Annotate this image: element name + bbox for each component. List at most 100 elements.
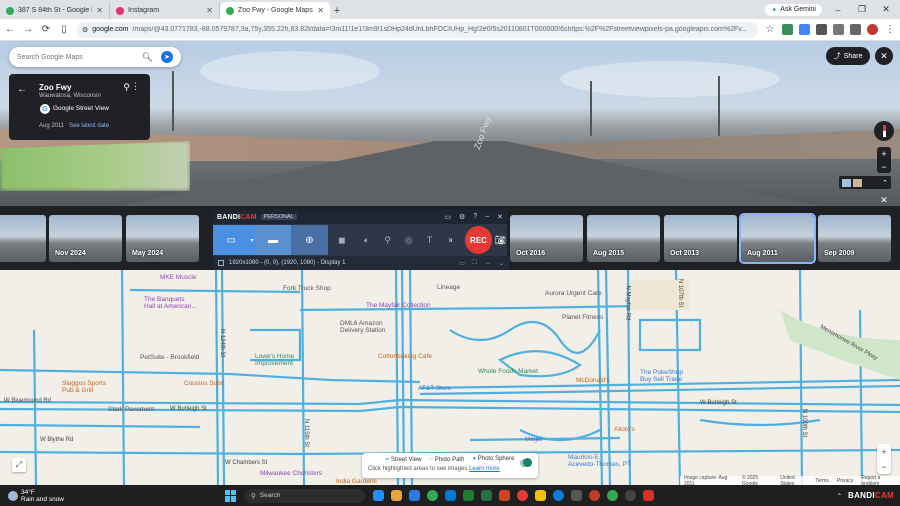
layers-toggle[interactable]: ⌃ bbox=[839, 176, 891, 189]
report-problem-link[interactable]: Report a problem bbox=[861, 475, 896, 486]
expand-map-icon[interactable]: ⤢ bbox=[12, 458, 26, 472]
folder-icon[interactable]: ▭ bbox=[444, 213, 451, 221]
learn-more-link[interactable]: Learn more bbox=[469, 466, 500, 472]
windows-start-icon[interactable] bbox=[225, 489, 237, 502]
map-poi-label[interactable]: The PokeShop Buy Sell Trade bbox=[640, 369, 683, 383]
map-poi-label[interactable]: DML6 Amazon Delivery Station bbox=[340, 320, 386, 334]
help-icon[interactable]: ? bbox=[473, 213, 477, 221]
coverage-toggle[interactable] bbox=[520, 458, 532, 467]
zoom-out-icon[interactable]: − bbox=[881, 462, 886, 472]
record-button[interactable]: REC bbox=[465, 226, 492, 254]
country-link[interactable]: United States bbox=[780, 475, 807, 486]
reload-icon[interactable]: ⟳ bbox=[40, 24, 52, 36]
minimize-icon[interactable]: – bbox=[485, 213, 489, 221]
speaker-icon[interactable]: 🔈︎ bbox=[356, 235, 377, 246]
timeline-thumb[interactable]: Sep 2009 bbox=[818, 215, 891, 262]
edge-icon[interactable] bbox=[553, 490, 564, 501]
map-poi-label[interactable]: Fork Truck Shop bbox=[283, 285, 331, 292]
chrome-icon[interactable] bbox=[607, 490, 618, 501]
map-poi-label[interactable]: PetSuite - Brookfield bbox=[140, 354, 199, 361]
tray-overflow-icon[interactable]: ⌃ bbox=[837, 492, 842, 500]
timeline-thumb[interactable]: Nov 2024 bbox=[49, 215, 122, 262]
extension-icon[interactable] bbox=[816, 24, 827, 35]
app-icon[interactable] bbox=[409, 490, 420, 501]
directions-icon[interactable]: ➤ bbox=[161, 51, 173, 63]
map-poi-label[interactable]: McDonald's bbox=[576, 377, 610, 384]
compass-icon[interactable] bbox=[874, 121, 894, 141]
site-info-icon[interactable]: ⚙ bbox=[82, 26, 88, 34]
file-explorer-icon[interactable] bbox=[535, 490, 546, 501]
back-arrow-icon[interactable]: ← bbox=[17, 84, 27, 95]
map-poi-label[interactable]: Mauricio E. Acevedo-Thomas, PT bbox=[568, 454, 631, 468]
map-poi-label[interactable]: Sluggos Sports Pub & Grill bbox=[62, 380, 106, 394]
side-panel-icon[interactable] bbox=[850, 24, 861, 35]
map-poi-label[interactable]: Aurora Urgent Care bbox=[545, 290, 602, 297]
excel-icon[interactable] bbox=[481, 490, 492, 501]
zoom-in-icon[interactable]: + bbox=[881, 149, 886, 159]
mouse-effect-icon[interactable]: ◎ bbox=[398, 235, 419, 246]
profile-avatar[interactable] bbox=[867, 24, 878, 35]
forward-icon[interactable]: → bbox=[22, 24, 34, 36]
close-street-view-button[interactable]: ✕ bbox=[875, 47, 893, 65]
ask-gemini-button[interactable]: ✦ Ask Gemini bbox=[765, 3, 822, 16]
pause-icon[interactable]: ⏸ bbox=[440, 235, 461, 246]
map-poi-label[interactable]: Lowe's Home Improvement bbox=[255, 353, 294, 367]
minimize-icon[interactable]: – bbox=[830, 5, 846, 15]
search-box[interactable]: Search Google Maps 🔍︎ ➤ bbox=[9, 47, 181, 67]
game-mode-button[interactable]: ⊕ bbox=[291, 225, 328, 255]
text-overlay-icon[interactable]: T bbox=[419, 235, 440, 245]
tab-maps-1[interactable]: 387 S 84th St - Google Maps ✕ bbox=[0, 2, 110, 19]
tab-zoo-fwy[interactable]: Zoo Fwy - Google Maps ✕ bbox=[220, 2, 330, 19]
search-icon[interactable]: 🔍︎ bbox=[142, 52, 153, 63]
close-tab-icon[interactable]: ✕ bbox=[96, 6, 103, 15]
terms-link[interactable]: Terms bbox=[815, 478, 829, 484]
expand-up-icon[interactable]: ⌃ bbox=[882, 179, 888, 187]
collapse-icon[interactable]: ⌄ bbox=[499, 260, 504, 267]
app-icon[interactable] bbox=[499, 490, 510, 501]
chrome-icon[interactable] bbox=[427, 490, 438, 501]
map-poi-label[interactable]: AT&T Store bbox=[418, 385, 451, 392]
app-icon[interactable] bbox=[463, 490, 474, 501]
video-icon[interactable]: ▭ bbox=[459, 260, 465, 267]
map-poi-label[interactable]: The Banquets Hall at American... bbox=[144, 296, 224, 310]
back-icon[interactable]: ← bbox=[4, 24, 16, 36]
bookmark-star-icon[interactable]: ☆ bbox=[764, 24, 776, 36]
menu-kebab-icon[interactable]: ⋮ bbox=[884, 24, 896, 36]
fullscreen-icon[interactable]: ⛶ bbox=[473, 260, 477, 267]
map-poi-label[interactable]: Whole Foods Market bbox=[478, 368, 538, 375]
hdmi-mode-button[interactable]: ▬ bbox=[254, 225, 292, 255]
tab-instagram[interactable]: Instagram ✕ bbox=[110, 2, 220, 19]
sidepanel-icon[interactable]: ▯ bbox=[58, 24, 70, 36]
app-icon[interactable] bbox=[625, 490, 636, 501]
close-timeline-icon[interactable]: ✕ bbox=[877, 193, 891, 207]
settings-gear-icon[interactable]: ⚙ bbox=[459, 213, 465, 221]
weather-widget[interactable]: 34°F Rain and snow bbox=[0, 489, 120, 503]
timeline-thumb[interactable]: Oct 2016 bbox=[510, 215, 583, 262]
extension-icon[interactable] bbox=[782, 24, 793, 35]
screen-mode-button[interactable]: ▭ bbox=[213, 225, 250, 255]
zoom-out-icon[interactable]: − bbox=[881, 162, 886, 172]
region-checkbox[interactable] bbox=[218, 260, 224, 266]
close-tab-icon[interactable]: ✕ bbox=[317, 6, 324, 15]
map-poi-label[interactable]: Lineage bbox=[437, 284, 460, 291]
zoom-in-icon[interactable]: + bbox=[881, 447, 886, 457]
app-icon[interactable] bbox=[643, 490, 654, 501]
timeline-thumb[interactable]: May 2024 bbox=[126, 215, 199, 262]
address-bar[interactable]: ⚙ google.com /maps/@43.0771783,-88.05797… bbox=[76, 21, 758, 38]
close-icon[interactable]: ✕ bbox=[497, 213, 503, 221]
new-tab-icon[interactable]: + bbox=[330, 2, 344, 19]
bandicam-record-icon[interactable] bbox=[517, 490, 528, 501]
map-poi-label[interactable]: MKE Muscle bbox=[160, 274, 196, 281]
extension-icon[interactable] bbox=[799, 24, 810, 35]
chrome-profile-icon[interactable] bbox=[589, 490, 600, 501]
app-icon[interactable] bbox=[445, 490, 456, 501]
see-latest-date-link[interactable]: See latest date bbox=[69, 123, 109, 129]
street-view-pane[interactable]: Zoo Fwy Search Google Maps 🔍︎ ➤ ← Zoo Fw… bbox=[0, 41, 900, 206]
share-button[interactable]: ⤴ Share bbox=[826, 47, 870, 65]
screenshot-camera-icon[interactable]: 📷︎ bbox=[492, 235, 509, 246]
map-poi-label[interactable]: Stark Pavement bbox=[108, 406, 154, 413]
taskbar-search[interactable]: ⚲ Search bbox=[245, 488, 365, 503]
map-poi-label[interactable]: Cottonbaking Cafe bbox=[378, 353, 432, 360]
map-poi-label[interactable]: Milwaukee Choristers bbox=[260, 470, 322, 477]
maximize-icon[interactable]: ❐ bbox=[854, 4, 870, 15]
